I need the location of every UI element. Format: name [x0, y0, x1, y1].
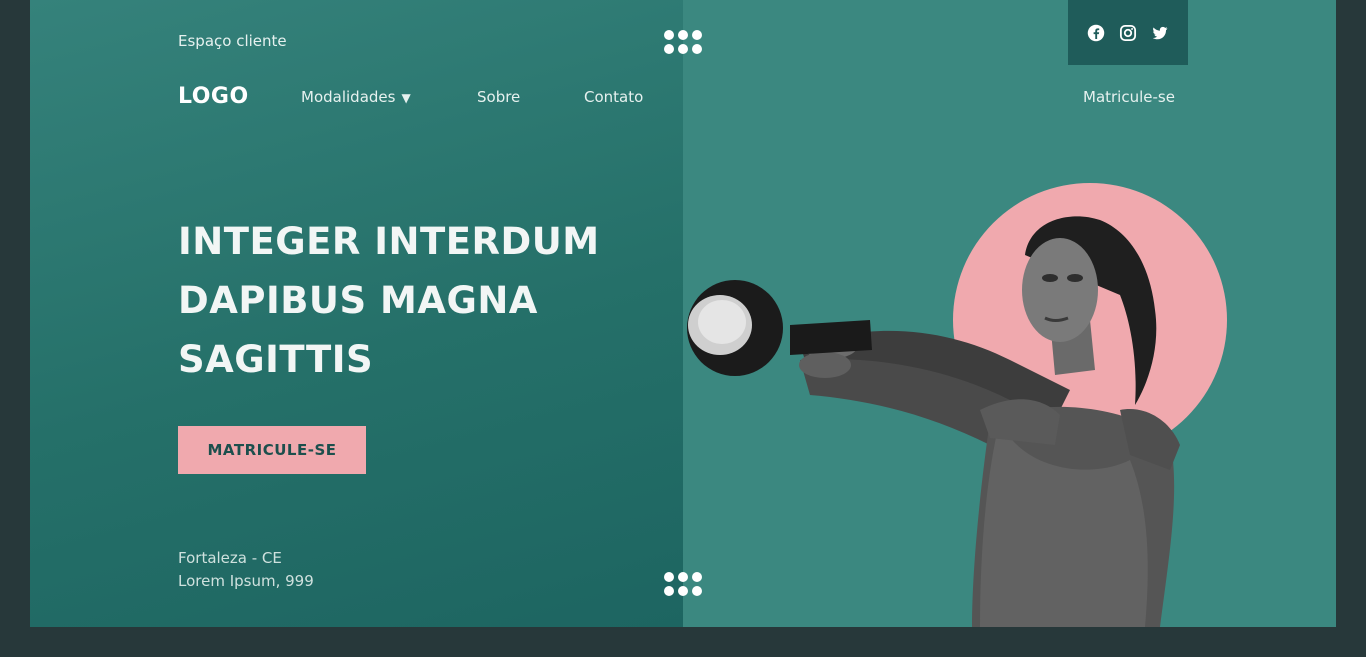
nav-enroll-link[interactable]: Matricule-se	[1083, 88, 1175, 106]
address-city: Fortaleza - CE	[178, 549, 282, 567]
chevron-down-icon: ▼	[401, 91, 411, 105]
athlete-kettlebell-image	[687, 183, 1227, 627]
nav-item-modalidades[interactable]: Modalidades ▼	[301, 88, 411, 106]
nav-item-sobre[interactable]: Sobre	[477, 88, 520, 106]
enroll-button[interactable]: MATRICULE-SE	[178, 426, 366, 474]
hero-frame: Espaço cliente LOGO Modalidades ▼ Sobre C…	[30, 0, 1336, 627]
address-block: Fortaleza - CE Lorem Ipsum, 999	[178, 547, 314, 593]
instagram-icon[interactable]	[1119, 24, 1137, 42]
nav-item-label: Modalidades	[301, 88, 396, 106]
hero-headline-line: DAPIBUS MAGNA	[178, 279, 538, 322]
nav-item-contato[interactable]: Contato	[584, 88, 643, 106]
site-logo[interactable]: LOGO	[178, 84, 249, 109]
twitter-icon[interactable]	[1151, 24, 1169, 42]
address-street: Lorem Ipsum, 999	[178, 572, 314, 590]
client-area-link[interactable]: Espaço cliente	[178, 32, 287, 50]
social-links-bar	[1068, 0, 1188, 65]
dots-decoration-top	[664, 30, 704, 54]
hero-headline: INTEGER INTERDUM DAPIBUS MAGNA SAGITTIS	[178, 212, 648, 389]
dots-decoration-bottom	[664, 572, 704, 596]
hero-headline-line: INTEGER INTERDUM	[178, 220, 600, 263]
hero-headline-line: SAGITTIS	[178, 338, 374, 381]
facebook-icon[interactable]	[1087, 24, 1105, 42]
